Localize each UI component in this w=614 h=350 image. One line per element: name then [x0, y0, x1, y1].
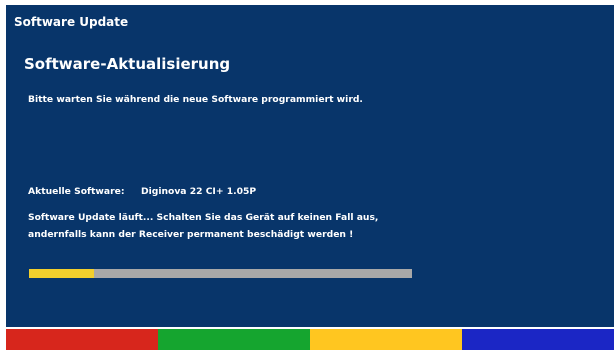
software-update-screen: Software Update Software-Aktualisierung …: [0, 0, 614, 350]
warning-message-line-1: Software Update läuft... Schalten Sie da…: [28, 212, 379, 223]
green-key[interactable]: [158, 329, 310, 350]
yellow-key[interactable]: [310, 329, 462, 350]
warning-message-line-2: andernfalls kann der Receiver permanent …: [28, 229, 354, 240]
current-software-label: Aktuelle Software:: [28, 186, 125, 197]
red-key[interactable]: [6, 329, 158, 350]
wait-message: Bitte warten Sie während die neue Softwa…: [28, 94, 363, 105]
current-software-version: Diginova 22 CI+ 1.05P: [140, 186, 257, 197]
update-progress-fill: [29, 269, 95, 278]
update-panel: Software Update Software-Aktualisierung …: [6, 5, 614, 327]
update-progress-bar: [29, 269, 412, 278]
color-key-bar: [6, 329, 614, 350]
window-title: Software Update: [14, 15, 129, 29]
blue-key[interactable]: [462, 329, 614, 350]
page-title: Software-Aktualisierung: [24, 55, 231, 73]
current-software-line: Aktuelle Software: Diginova 22 CI+ 1.05P: [28, 186, 256, 197]
